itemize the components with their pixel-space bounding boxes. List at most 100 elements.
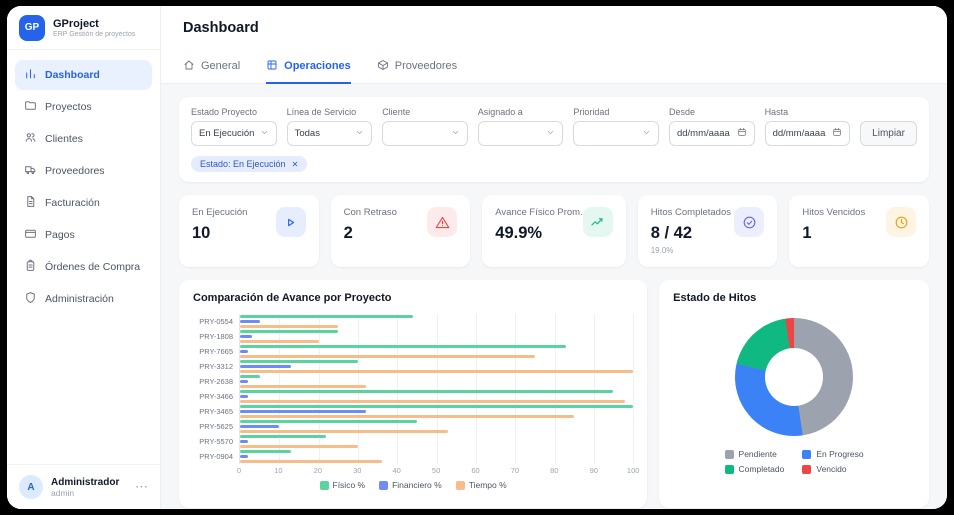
bar-group-pry-5625 (240, 419, 633, 434)
sidebar-item-label: Proveedores (45, 165, 105, 177)
stat-value: 49.9% (495, 224, 582, 243)
bar-fisico (240, 345, 566, 348)
calendar-icon (737, 127, 747, 140)
tab-label: General (201, 60, 240, 72)
sidebar-item-dashboard[interactable]: Dashboard (15, 60, 152, 90)
select-cliente[interactable] (382, 121, 468, 146)
chevron-down-icon (451, 128, 460, 140)
bar-chart-card: Comparación de Avance por Proyecto PRY-0… (179, 280, 647, 508)
sidebar-nav: Dashboard Proyectos Clientes Proveedores Fac… (7, 50, 160, 464)
sidebar-item-pagos[interactable]: Pagos (15, 220, 152, 250)
home-icon (183, 59, 195, 74)
bar-financiero (240, 440, 248, 443)
charts-row: Comparación de Avance por Proyecto PRY-0… (179, 280, 929, 508)
chevron-down-icon (260, 128, 269, 140)
legend-swatch (802, 450, 811, 459)
bar-group-pry-0904 (240, 449, 633, 464)
app-logo: GP GProject ERP Gestión de proyectos (7, 6, 160, 50)
legend-swatch (379, 481, 388, 490)
user-menu-icon[interactable]: ⋯ (135, 479, 148, 495)
legend-swatch (725, 465, 734, 474)
bar-chart-icon (24, 67, 37, 83)
calendar-icon (832, 127, 842, 140)
chevron-down-icon (546, 128, 555, 140)
legend-swatch (725, 450, 734, 459)
category-label: PRY-3465 (193, 404, 239, 419)
app-window: GP GProject ERP Gestión de proyectos Das… (7, 6, 947, 509)
sidebar-item-facturacion[interactable]: Facturación (15, 188, 152, 218)
chip-remove-icon[interactable]: ✕ (292, 160, 299, 169)
donut-chart (735, 318, 853, 436)
bar-fisico (240, 360, 358, 363)
tab-general[interactable]: General (183, 50, 240, 84)
filter-label: Hasta (765, 107, 851, 117)
sidebar-item-proveedores[interactable]: Proveedores (15, 156, 152, 186)
select-linea-de-servicio[interactable]: Todas (287, 121, 373, 146)
bar-financiero (240, 320, 260, 323)
filter-value: dd/mm/aaaa (773, 128, 826, 139)
filter-chip[interactable]: Estado: En Ejecución ✕ (191, 156, 307, 172)
filter-value: dd/mm/aaaa (677, 128, 730, 139)
bar-tiempo (240, 355, 535, 358)
sidebar-item-administracion[interactable]: Administración (15, 284, 152, 314)
x-tick-label: 20 (314, 466, 322, 475)
user-profile[interactable]: A Administrador admin ⋯ (7, 464, 160, 509)
select-estado-proyecto[interactable]: En Ejecución (191, 121, 277, 146)
sidebar-item-clientes[interactable]: Clientes (15, 124, 152, 154)
bar-chart-plot (239, 314, 633, 464)
x-tick-label: 100 (627, 466, 640, 475)
page-title: Dashboard (183, 20, 259, 36)
filter-label: Cliente (382, 107, 468, 117)
donut-legend-item-en-progreso: En Progreso (802, 449, 863, 459)
bar-chart-title: Comparación de Avance por Proyecto (193, 292, 633, 304)
legend-item-fisico: Físico % (320, 480, 366, 490)
chevron-down-icon (355, 128, 364, 140)
bar-tiempo (240, 445, 358, 448)
sidebar-item-label: Proyectos (45, 101, 92, 113)
filter-chip-label: Estado: En Ejecución (200, 159, 286, 169)
stat-value: 8 / 42 (651, 224, 731, 243)
tab-operaciones[interactable]: Operaciones (266, 50, 351, 84)
bar-tiempo (240, 400, 625, 403)
bar-fisico (240, 390, 613, 393)
folder-icon (24, 99, 37, 115)
main-area: Dashboard GeneralOperacionesProveedores … (161, 6, 947, 509)
sidebar-item-label: Administración (45, 293, 114, 305)
bar-tiempo (240, 385, 366, 388)
bar-financiero (240, 410, 366, 413)
select-asignado-a[interactable] (478, 121, 564, 146)
stat-label: Hitos Vencidos (802, 207, 865, 218)
truck-icon (24, 163, 37, 179)
bar-fisico (240, 450, 291, 453)
stat-label: Avance Físico Prom. (495, 207, 582, 218)
date-input-hasta[interactable]: dd/mm/aaaa (765, 121, 851, 146)
bar-tiempo (240, 460, 382, 463)
legend-swatch (802, 465, 811, 474)
category-label: PRY-0904 (193, 449, 239, 464)
x-tick-label: 60 (471, 466, 479, 475)
filter-field-linea-de-servicio: Línea de Servicio Todas (287, 107, 373, 146)
x-tick-label: 10 (274, 466, 282, 475)
stat-value: 1 (802, 224, 865, 243)
category-label: PRY-5570 (193, 434, 239, 449)
donut-legend-item-pendiente: Pendiente (725, 449, 785, 459)
select-prioridad[interactable] (573, 121, 659, 146)
sidebar-item-proyectos[interactable]: Proyectos (15, 92, 152, 122)
legend-item-financiero: Financiero % (379, 480, 442, 490)
shield-icon (24, 291, 37, 307)
filter-row: Estado Proyecto En Ejecución Línea de Se… (191, 107, 917, 146)
sidebar-item-ordenes-de-compra[interactable]: Órdenes de Compra (15, 252, 152, 282)
x-tick-label: 30 (353, 466, 361, 475)
tab-proveedores[interactable]: Proveedores (377, 50, 457, 84)
stat-card-avance-fisico-prom: Avance Físico Prom. 49.9% (482, 195, 625, 267)
donut-hole (765, 348, 823, 406)
bar-financiero (240, 395, 248, 398)
donut-chart-title: Estado de Hitos (673, 292, 915, 304)
clear-filters-button[interactable]: Limpiar (860, 121, 917, 146)
date-input-desde[interactable]: dd/mm/aaaa (669, 121, 755, 146)
bar-group-pry-3465 (240, 404, 633, 419)
page-header: Dashboard (161, 6, 947, 50)
user-role: admin (51, 488, 119, 498)
bar-group-pry-3312 (240, 359, 633, 374)
grid-icon (266, 59, 278, 74)
